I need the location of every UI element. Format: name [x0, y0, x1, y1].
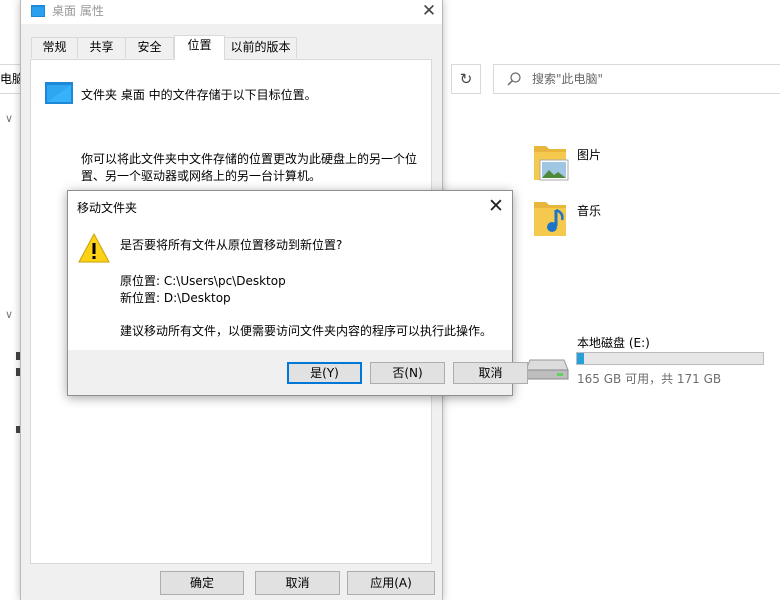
- button-label: 取消: [478, 366, 503, 380]
- location-description: 文件夹 桌面 中的文件存储于以下目标位置。: [81, 88, 317, 102]
- cancel-button[interactable]: 取消: [453, 362, 528, 384]
- search-input[interactable]: [532, 70, 762, 88]
- refresh-icon: ↻: [459, 70, 473, 88]
- search-box[interactable]: [493, 64, 780, 94]
- button-label: 应用(A): [370, 576, 412, 590]
- folder-icon: [31, 5, 45, 17]
- drive-free-space: 165 GB 可用，共 171 GB: [577, 372, 722, 386]
- button-label: 否(N): [392, 366, 423, 380]
- folder-label: 图片: [577, 148, 602, 162]
- new-location: 新位置: D:\Desktop: [120, 291, 231, 305]
- drive-usage-bar: [576, 352, 764, 365]
- no-button[interactable]: 否(N): [370, 362, 445, 384]
- move-advice: 建议移动所有文件，以便需要访问文件夹内容的程序可以执行此操作。: [120, 324, 493, 338]
- move-description: 你可以将此文件夹中文件存储的位置更改为此硬盘上的另一个位置、另一个驱动器或网络上…: [81, 152, 418, 183]
- move-dialog-footer: 是(Y) 否(N) 取消: [68, 350, 528, 395]
- refresh-button[interactable]: ↻: [451, 64, 481, 94]
- tab-sharing[interactable]: 共享: [77, 37, 126, 58]
- drive-name: 本地磁盘 (E:): [577, 336, 650, 350]
- close-icon[interactable]: ✕: [419, 0, 439, 22]
- tab-label: 位置: [187, 38, 212, 52]
- move-dialog-body: 是否要将所有文件从原位置移动到新位置? 原位置: C:\Users\pc\Des…: [68, 222, 512, 350]
- folder-icon: [45, 82, 73, 104]
- yes-button[interactable]: 是(Y): [287, 362, 362, 384]
- chevron-down-icon[interactable]: ∨: [5, 308, 13, 321]
- tab-general[interactable]: 常规: [31, 37, 78, 58]
- close-icon[interactable]: ✕: [484, 194, 508, 218]
- properties-title: 桌面 属性: [52, 4, 104, 18]
- tab-label: 常规: [42, 40, 67, 54]
- tab-previous-versions[interactable]: 以前的版本: [224, 37, 297, 58]
- apply-button[interactable]: 应用(A): [347, 571, 435, 595]
- tab-label: 共享: [89, 40, 114, 54]
- search-icon: [507, 72, 521, 86]
- move-question: 是否要将所有文件从原位置移动到新位置?: [120, 238, 343, 252]
- button-label: 确定: [189, 576, 214, 590]
- chevron-down-icon[interactable]: ∨: [5, 112, 13, 125]
- move-folder-dialog: 移动文件夹 ✕ 是否要将所有文件从原位置移动到新位置? 原位置: C:\User…: [67, 190, 528, 396]
- cancel-button[interactable]: 取消: [255, 571, 340, 595]
- move-dialog-title: 移动文件夹: [77, 201, 138, 215]
- button-label: 取消: [285, 576, 310, 590]
- move-dialog-titlebar[interactable]: 移动文件夹 ✕: [68, 191, 512, 222]
- original-location: 原位置: C:\Users\pc\Desktop: [120, 274, 286, 288]
- tab-security[interactable]: 安全: [125, 37, 174, 58]
- hard-drive-icon: [525, 359, 569, 380]
- pictures-folder-icon: [534, 146, 569, 181]
- properties-titlebar[interactable]: 桌面 属性 ✕: [21, 0, 442, 24]
- tab-location[interactable]: 位置: [174, 35, 225, 60]
- tab-label: 安全: [137, 40, 162, 54]
- ok-button[interactable]: 确定: [160, 571, 244, 595]
- button-label: 是(Y): [310, 366, 339, 380]
- tab-label: 以前的版本: [230, 40, 291, 54]
- music-folder-icon: [534, 202, 566, 236]
- warning-icon: [78, 232, 110, 263]
- drive-usage-fill: [577, 353, 584, 364]
- folder-label: 音乐: [577, 204, 602, 218]
